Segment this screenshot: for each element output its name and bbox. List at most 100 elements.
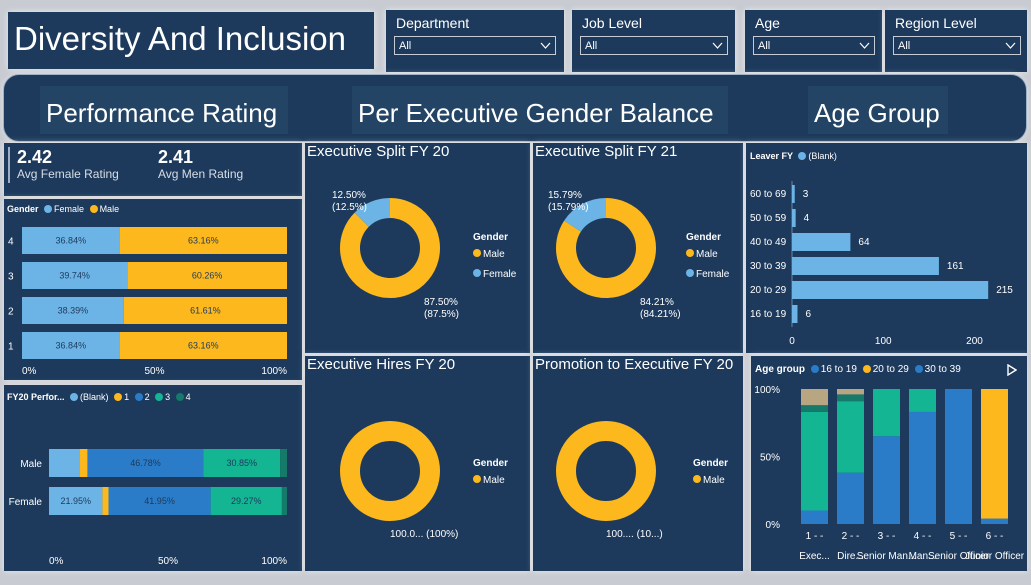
bar-segment (102, 487, 109, 515)
age-dropdown[interactable]: All (753, 36, 875, 55)
data-label: 30.85% (227, 458, 258, 468)
promotion-exec-fy20-panel: Promotion to Executive FY 20 100.... (10… (533, 356, 743, 571)
x-tick-label: 100 (875, 336, 892, 347)
data-label: 36.84% (56, 341, 87, 351)
category-label: 30 to 39 (750, 261, 787, 272)
data-label: 15.79% (548, 190, 582, 201)
department-dropdown-value: All (399, 40, 412, 52)
bar-segment (280, 449, 287, 477)
legend-dot (473, 269, 481, 277)
gender-rating-chart: 4 36.84% 63.16% 3 39.74% 60.26% 2 38.39% 61.61% 1… (8, 227, 287, 377)
chevron-down-icon (540, 42, 551, 49)
avg-men-rating-label: Avg Men Rating (158, 167, 244, 181)
category-label: 3 (8, 272, 14, 283)
department-dropdown[interactable]: All (394, 36, 556, 55)
data-label: 21.95% (60, 496, 91, 506)
legend-label: Male (703, 475, 725, 486)
x-tick-label: 1 - - (806, 531, 824, 542)
legend-dot (473, 475, 481, 483)
bar-segment (801, 411, 828, 511)
age-group-chart: 100%50%0%1 - -Exec...2 - -Dire...3 - -Se… (754, 385, 1025, 562)
category-label: 4 (8, 237, 14, 248)
x-tick-label: Exec... (799, 551, 830, 562)
data-label: 63.16% (188, 341, 219, 351)
leaver-fy-chart: 60 to 69 3 50 to 59 4 40 to 49 64 30 to 39 161 2… (750, 181, 1013, 347)
donut-slice (340, 421, 440, 521)
chevron-down-icon (859, 42, 870, 49)
bar-segment (837, 394, 864, 402)
job-level-dropdown[interactable]: All (580, 36, 728, 55)
job-level-filter: Job Level All (572, 10, 735, 72)
data-label: 6 (805, 309, 811, 320)
donut-slice (556, 421, 656, 521)
bar-segment (49, 449, 81, 477)
legend-title: Gender (686, 232, 721, 243)
gender-balance-button[interactable]: Per Executive Gender Balance (352, 86, 728, 134)
category-label: 20 to 29 (750, 285, 787, 296)
exec-split-fy20-panel: Executive Split FY 20 87.50% (87.5%) 12.50… (305, 143, 530, 353)
bar-segment (837, 401, 864, 473)
region-level-dropdown-value: All (898, 40, 911, 52)
x-tick-label: 5 - - (950, 531, 968, 542)
x-tick-label: 0 (789, 336, 795, 347)
x-tick-label: 100% (261, 366, 287, 377)
x-tick-label: 0% (22, 366, 37, 377)
bar-segment (945, 389, 972, 524)
exec-split-fy21-chart: 84.21%(84.21%) 15.79%(15.79%) Gender Male Fe… (548, 190, 730, 320)
legend-label: Male (483, 475, 505, 486)
y-tick-label: 0% (766, 520, 781, 531)
fy20-performance-chart: Male 46.78% 30.85% Female 21.95% 41.95% 29.27%… (9, 449, 287, 567)
navigation-bar: Performance Rating Per Executive Gender … (3, 74, 1027, 142)
data-label: 61.61% (190, 306, 221, 316)
legend-title: Gender (473, 232, 508, 243)
data-label: (12.5%) (332, 202, 367, 213)
data-label: 29.27% (231, 496, 262, 506)
data-label: 100.... (10...) (606, 529, 663, 540)
data-label: (84.21%) (640, 309, 681, 320)
legend-dot (686, 249, 694, 257)
age-group-button[interactable]: Age Group (808, 86, 948, 134)
age-dropdown-value: All (758, 40, 771, 52)
data-label: 100.0... (100%) (390, 529, 458, 540)
data-label: 161 (947, 261, 964, 272)
bar-segment (909, 389, 936, 412)
data-label: 84.21% (640, 297, 674, 308)
data-label: 12.50% (332, 190, 366, 201)
data-label: (87.5%) (424, 309, 459, 320)
category-label: 16 to 19 (750, 309, 787, 320)
bar-segment (873, 436, 900, 524)
data-label: 63.16% (188, 236, 219, 246)
page-title: Diversity And Inclusion (8, 12, 374, 69)
category-label: 40 to 49 (750, 237, 787, 248)
x-tick-label: Junior Officer (965, 551, 1025, 562)
data-label: 36.84% (56, 236, 87, 246)
age-filter: Age All (745, 10, 882, 72)
exec-split-fy21-panel: Executive Split FY 21 84.21% (84.21%) 15.7… (533, 143, 743, 353)
performance-rating-button[interactable]: Performance Rating (40, 86, 288, 134)
legend-label: Male (483, 249, 505, 260)
x-tick-label: 50% (144, 366, 164, 377)
bar (792, 281, 989, 299)
x-tick-label: Senior Man... (857, 551, 916, 562)
legend-dot (473, 249, 481, 257)
category-label: 50 to 59 (750, 213, 787, 224)
leaver-fy-panel: Leaver FY (Blank) 60 to 69 3 50 to 59 4 40 t… (746, 143, 1027, 353)
avg-female-rating-label: Avg Female Rating (17, 167, 119, 181)
legend-dot (686, 269, 694, 277)
age-group-panel: Age group 16 to 19 20 to 29 30 to 39 100… (751, 356, 1027, 571)
x-tick-label: 200 (966, 336, 983, 347)
chevron-down-icon (1005, 42, 1016, 49)
region-level-dropdown[interactable]: All (893, 36, 1021, 55)
x-tick-label: 2 - - (842, 531, 860, 542)
category-label: 1 (8, 342, 14, 353)
bar (792, 209, 796, 227)
legend-title: Gender (693, 458, 728, 469)
bar-segment (801, 510, 828, 524)
data-label: (15.79%) (548, 202, 589, 213)
bar-segment (80, 449, 88, 477)
legend-label: Male (696, 249, 718, 260)
chevron-down-icon (712, 42, 723, 49)
avg-men-rating-value: 2.41 (158, 147, 194, 167)
bar-segment (837, 389, 864, 395)
bar-segment (801, 389, 828, 406)
